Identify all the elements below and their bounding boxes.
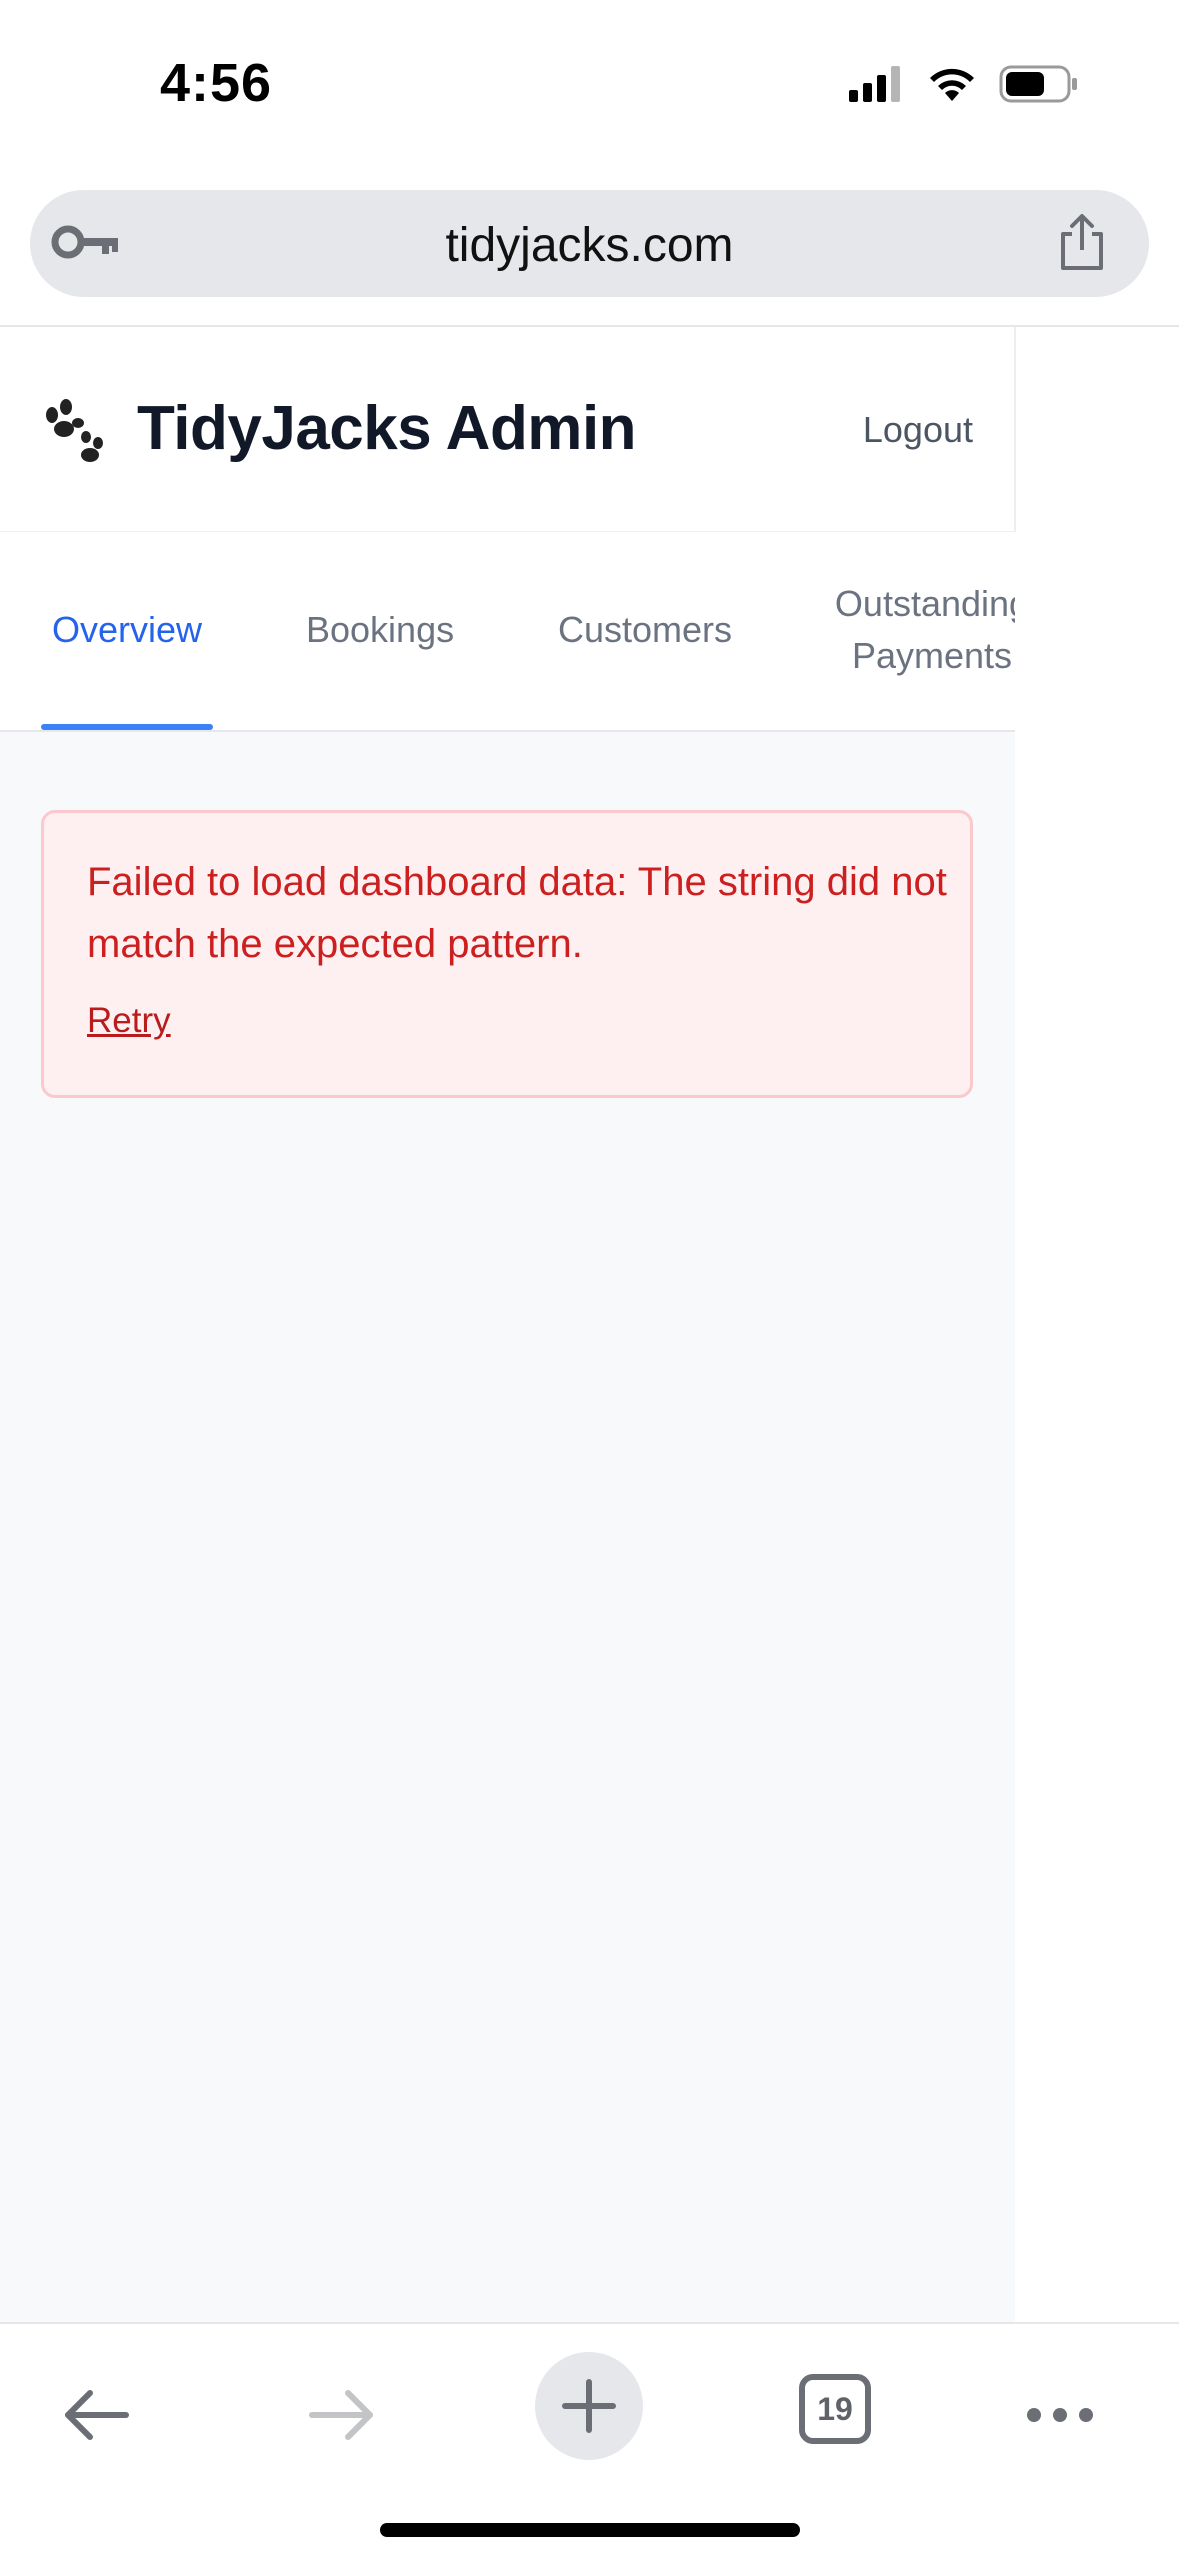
tabs-count-icon[interactable]: 19 bbox=[799, 2374, 871, 2444]
app-header: TidyJacks Admin Logout bbox=[0, 327, 1015, 532]
retry-link[interactable]: Retry bbox=[87, 1001, 171, 1041]
back-arrow-icon[interactable] bbox=[36, 2360, 156, 2470]
logout-button[interactable]: Logout bbox=[863, 409, 973, 451]
forward-arrow-icon[interactable] bbox=[282, 2360, 402, 2470]
status-bar: 4:56 bbox=[0, 0, 1179, 175]
status-time: 4:56 bbox=[160, 53, 273, 113]
app-main: TidyJacks Admin Logout Overview Bookings… bbox=[0, 327, 1179, 2322]
tab-customers[interactable]: Customers bbox=[558, 604, 732, 656]
more-icon[interactable] bbox=[1000, 2360, 1120, 2470]
tab-outstanding-payments-line2: Payments bbox=[851, 635, 1013, 676]
header-edge-divider bbox=[1014, 327, 1016, 532]
tab-bookings[interactable]: Bookings bbox=[306, 604, 454, 656]
browser-toolbar: tidyjacks.com bbox=[0, 175, 1179, 327]
tab-overview[interactable]: Overview bbox=[52, 604, 202, 656]
app-title: TidyJacks Admin bbox=[137, 394, 637, 463]
active-tab-indicator bbox=[41, 724, 213, 730]
new-tab-plus-icon[interactable] bbox=[535, 2352, 643, 2460]
signal-icon bbox=[849, 66, 905, 107]
browser-bottom-bar: 19 bbox=[0, 2322, 1179, 2556]
share-icon[interactable] bbox=[1055, 212, 1109, 277]
address-bar[interactable]: tidyjacks.com bbox=[30, 190, 1149, 297]
status-icons bbox=[849, 64, 1079, 109]
home-indicator bbox=[380, 2523, 800, 2537]
paw-icon bbox=[38, 397, 108, 468]
error-message: Failed to load dashboard data: The strin… bbox=[87, 860, 947, 966]
tab-outstanding-payments-line1: Outstanding bbox=[834, 583, 1030, 624]
tab-outstanding-payments[interactable]: Outstanding Payments bbox=[822, 578, 1042, 682]
url-text[interactable]: tidyjacks.com bbox=[30, 218, 1149, 273]
tabs-divider bbox=[0, 730, 1015, 732]
battery-icon bbox=[999, 64, 1079, 109]
page-overflow-area bbox=[1015, 327, 1179, 2322]
nav-tabs: Overview Bookings Customers Outstanding … bbox=[0, 532, 1179, 732]
wifi-icon bbox=[927, 65, 977, 108]
error-alert: Failed to load dashboard data: The strin… bbox=[41, 810, 973, 1098]
